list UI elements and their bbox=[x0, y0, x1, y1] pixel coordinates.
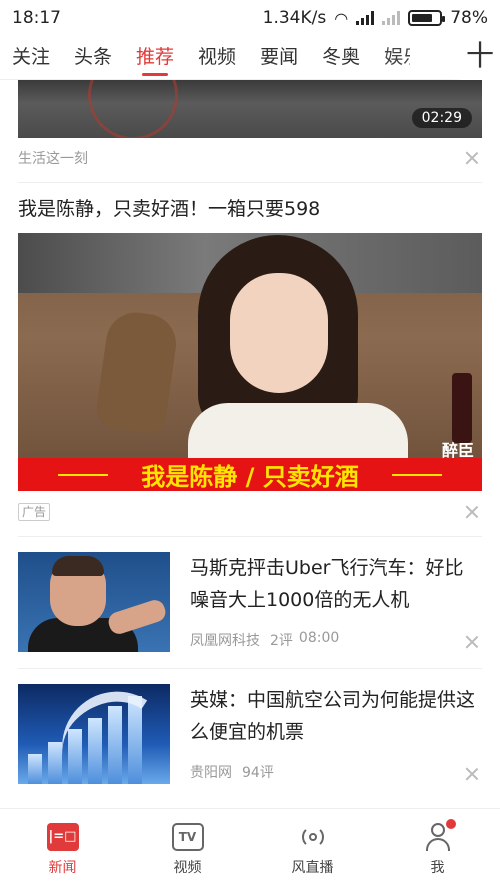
tab-recommended[interactable]: 推荐 bbox=[124, 36, 186, 80]
news-title[interactable]: 马斯克抨击Uber飞行汽车：好比噪音大上1000倍的无人机 bbox=[190, 552, 482, 616]
nav-profile[interactable]: 我 bbox=[375, 809, 500, 888]
divider bbox=[18, 536, 482, 537]
news-item[interactable]: 英媒：中国航空公司为何能提供这么便宜的机票 贵阳网 94评 bbox=[18, 684, 482, 804]
dismiss-icon[interactable] bbox=[462, 502, 482, 522]
tab-follow[interactable]: 关注 bbox=[0, 36, 62, 80]
nav-label: 视频 bbox=[173, 860, 202, 876]
live-icon bbox=[297, 823, 329, 851]
news-meta: 凤凰网科技 2评 08:00 bbox=[190, 630, 339, 650]
signal-icon bbox=[356, 11, 375, 25]
ad-image[interactable]: 醉臣 我是陈静 / 只卖好酒 bbox=[18, 233, 482, 491]
tab-video[interactable]: 视频 bbox=[186, 36, 248, 80]
nav-label: 新闻 bbox=[48, 860, 77, 876]
news-thumbnail bbox=[18, 684, 170, 784]
status-bar: 18:17 1.34K/s ◠ 78% bbox=[0, 0, 500, 36]
news-title[interactable]: 英媒：中国航空公司为何能提供这么便宜的机票 bbox=[190, 684, 482, 748]
ad-tag: 广告 bbox=[18, 503, 51, 521]
profile-icon bbox=[422, 819, 456, 851]
divider bbox=[18, 668, 482, 669]
ad-meta-row: 广告 bbox=[18, 498, 482, 526]
ad-title[interactable]: 我是陈静，只卖好酒！一箱只要598 bbox=[18, 194, 320, 221]
add-channel-button[interactable]: 十 bbox=[460, 36, 500, 80]
stamp-graphic bbox=[88, 80, 178, 138]
ad-banner-text: 我是陈静 / 只卖好酒 bbox=[141, 463, 359, 491]
video-source: 生活这一刻 bbox=[18, 151, 88, 167]
tab-winter-olympics[interactable]: 冬奥 bbox=[310, 36, 372, 80]
nav-label: 我 bbox=[430, 860, 445, 876]
tv-icon: TV bbox=[171, 823, 204, 851]
wine-bottle bbox=[452, 373, 472, 443]
news-comments: 94评 bbox=[242, 765, 274, 781]
tab-entertainment[interactable]: 娱乐 bbox=[372, 36, 410, 80]
nav-video[interactable]: TV 视频 bbox=[125, 809, 250, 888]
nav-news[interactable]: |=□ 新闻 bbox=[0, 809, 125, 888]
signal-secondary-icon bbox=[382, 11, 401, 25]
news-icon: |=□ bbox=[46, 823, 79, 851]
tab-headlines[interactable]: 头条 bbox=[62, 36, 124, 80]
video-thumbnail[interactable]: 02:29 bbox=[18, 80, 482, 138]
channel-tabs: 关注 头条 推荐 视频 要闻 冬奥 娱乐 十 bbox=[0, 36, 500, 80]
video-duration: 02:29 bbox=[411, 108, 472, 128]
dismiss-icon[interactable] bbox=[462, 632, 482, 652]
tab-important[interactable]: 要闻 bbox=[248, 36, 310, 80]
news-comments: 2评 bbox=[270, 633, 293, 649]
nav-live[interactable]: 风直播 bbox=[250, 809, 375, 888]
dismiss-icon[interactable] bbox=[462, 764, 482, 784]
wine-jar bbox=[94, 308, 180, 436]
video-source-row: 生活这一刻 bbox=[18, 144, 482, 172]
nav-label: 风直播 bbox=[291, 860, 334, 876]
ad-banner: 我是陈静 / 只卖好酒 bbox=[18, 458, 482, 491]
battery-percent: 78% bbox=[450, 8, 488, 28]
dismiss-icon[interactable] bbox=[462, 148, 482, 168]
bottom-nav: |=□ 新闻 TV 视频 风直播 我 bbox=[0, 808, 500, 888]
news-source: 贵阳网 bbox=[190, 765, 232, 781]
status-time: 18:17 bbox=[12, 8, 61, 28]
notification-dot bbox=[445, 819, 456, 829]
news-thumbnail bbox=[18, 552, 170, 652]
network-speed: 1.34K/s bbox=[262, 8, 327, 28]
battery-icon bbox=[408, 10, 446, 26]
divider bbox=[18, 182, 482, 183]
wifi-icon: ◠ bbox=[334, 8, 349, 28]
news-meta: 贵阳网 94评 bbox=[190, 762, 274, 782]
news-item[interactable]: 马斯克抨击Uber飞行汽车：好比噪音大上1000倍的无人机 凤凰网科技 2评 0… bbox=[18, 552, 482, 672]
arrow-graphic bbox=[51, 684, 170, 773]
news-source: 凤凰网科技 bbox=[190, 633, 260, 649]
news-time: 08:00 bbox=[298, 630, 340, 646]
